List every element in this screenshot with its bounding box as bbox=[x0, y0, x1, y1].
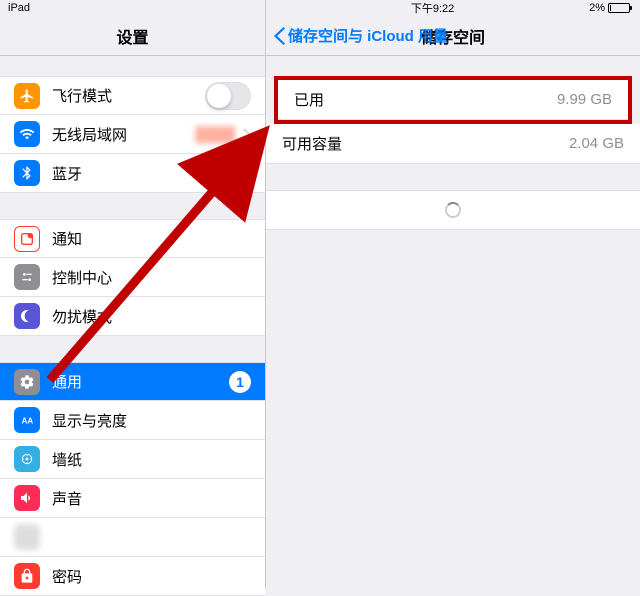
main-header: 储存空间与 iCloud 用量 储存空间 bbox=[266, 16, 640, 56]
display-icon: AA bbox=[14, 407, 40, 433]
back-button[interactable]: 储存空间与 iCloud 用量 bbox=[274, 25, 448, 46]
available-value: 2.04 GB bbox=[569, 135, 624, 152]
highlight-annotation: 已用 9.99 GB bbox=[274, 76, 632, 124]
sidebar-item-airplane[interactable]: 飞行模式 bbox=[0, 76, 265, 115]
bluetooth-detail: 关闭 bbox=[207, 163, 235, 183]
spinner-icon bbox=[445, 202, 461, 218]
row-label: 通知 bbox=[52, 228, 251, 249]
airplane-icon bbox=[14, 83, 40, 109]
sidebar-item-bluetooth[interactable]: 蓝牙 关闭 bbox=[0, 154, 265, 193]
used-value: 9.99 GB bbox=[557, 91, 612, 108]
battery-indicator: 2% bbox=[589, 2, 630, 14]
row-label: 飞行模式 bbox=[52, 85, 205, 106]
sidebar-item-general[interactable]: 通用 1 bbox=[0, 362, 265, 401]
row-label: 显示与亮度 bbox=[52, 410, 251, 431]
notification-icon bbox=[14, 226, 40, 252]
wifi-detail: ████ bbox=[195, 126, 235, 142]
row-available: 可用容量 2.04 GB bbox=[266, 124, 640, 164]
battery-pct: 2% bbox=[589, 2, 605, 14]
sidebar-item-notifications[interactable]: 通知 bbox=[0, 219, 265, 258]
row-label: 勿扰模式 bbox=[52, 306, 251, 327]
sidebar-item-control-center[interactable]: 控制中心 bbox=[0, 258, 265, 297]
row-label: 控制中心 bbox=[52, 267, 251, 288]
badge: 1 bbox=[229, 371, 251, 393]
wallpaper-icon bbox=[14, 446, 40, 472]
row-used: 已用 9.99 GB bbox=[278, 80, 628, 120]
chevron-left-icon bbox=[274, 27, 285, 45]
sidebar-item-sound[interactable]: 声音 bbox=[0, 479, 265, 518]
row-label: 密码 bbox=[52, 566, 251, 587]
bluetooth-icon bbox=[14, 160, 40, 186]
blurred-icon bbox=[14, 524, 40, 550]
sidebar-item-dnd[interactable]: 勿扰模式 bbox=[0, 297, 265, 336]
sound-icon bbox=[14, 485, 40, 511]
moon-icon bbox=[14, 303, 40, 329]
row-label: 通用 bbox=[52, 371, 229, 392]
sidebar-item-display[interactable]: AA 显示与亮度 bbox=[0, 401, 265, 440]
available-label: 可用容量 bbox=[282, 133, 342, 154]
sidebar-title: 设置 bbox=[116, 24, 148, 48]
row-label: 无线局域网 bbox=[52, 124, 195, 145]
sidebar-item-blurred[interactable] bbox=[0, 518, 265, 557]
chevron-right-icon bbox=[243, 128, 251, 141]
row-label: 声音 bbox=[52, 488, 251, 509]
svg-text:AA: AA bbox=[22, 416, 34, 425]
control-icon bbox=[14, 264, 40, 290]
device-label: iPad bbox=[8, 2, 30, 14]
back-label: 储存空间与 iCloud 用量 bbox=[288, 25, 448, 46]
wifi-icon bbox=[14, 121, 40, 147]
chevron-right-icon bbox=[243, 167, 251, 180]
gear-icon bbox=[14, 369, 40, 395]
airplane-toggle[interactable] bbox=[205, 82, 251, 110]
loading-row bbox=[266, 190, 640, 230]
used-label: 已用 bbox=[294, 89, 324, 110]
sidebar-item-wallpaper[interactable]: 墙纸 bbox=[0, 440, 265, 479]
sidebar-item-wifi[interactable]: 无线局域网 ████ bbox=[0, 115, 265, 154]
time-label: 下午9:22 bbox=[411, 0, 454, 16]
row-label: 墙纸 bbox=[52, 449, 251, 470]
row-label: 蓝牙 bbox=[52, 163, 207, 184]
lock-icon bbox=[14, 563, 40, 589]
battery-icon bbox=[608, 3, 630, 13]
sidebar-item-passcode[interactable]: 密码 bbox=[0, 557, 265, 596]
sidebar-header: 设置 bbox=[0, 16, 265, 56]
